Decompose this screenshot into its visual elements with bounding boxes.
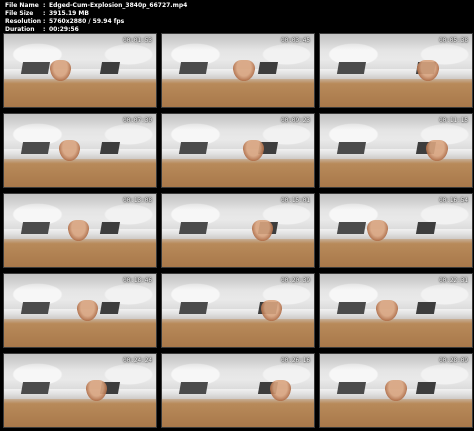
scene-decor xyxy=(416,301,437,314)
video-thumbnail: 00:09:23 xyxy=(161,113,315,188)
video-thumbnail: 00:05:38 xyxy=(319,33,473,108)
scene-decor xyxy=(179,61,209,74)
scene-decor xyxy=(100,221,121,234)
scene-decor xyxy=(100,301,121,314)
scene-decor xyxy=(21,301,51,314)
video-thumbnail: 00:22:31 xyxy=(319,273,473,348)
thumbnail-timestamp: 00:09:23 xyxy=(281,117,310,124)
scene-decor xyxy=(21,141,51,154)
video-thumbnail: 00:13:08 xyxy=(3,193,157,268)
scene-decor xyxy=(337,141,367,154)
scene-decor xyxy=(179,221,209,234)
scene-decor xyxy=(416,381,437,394)
video-thumbnail: 00:11:15 xyxy=(319,113,473,188)
video-thumbnail: 00:03:45 xyxy=(161,33,315,108)
thumbnail-timestamp: 00:16:54 xyxy=(439,197,468,204)
thumbnail-timestamp: 00:22:31 xyxy=(439,277,468,284)
thumbnail-timestamp: 00:05:38 xyxy=(439,37,468,44)
video-thumbnail: 00:24:24 xyxy=(3,353,157,428)
scene-figure xyxy=(67,220,90,241)
scene-figure xyxy=(417,60,439,81)
thumbnail-timestamp: 00:18:46 xyxy=(123,277,152,284)
scene-figure xyxy=(76,300,99,321)
scene-decor xyxy=(100,61,121,74)
scene-figure xyxy=(49,60,71,81)
video-thumbnail: 00:15:01 xyxy=(161,193,315,268)
scene-decor xyxy=(416,221,437,234)
scene-figure xyxy=(251,220,273,241)
scene-decor xyxy=(337,381,367,394)
scene-figure xyxy=(58,140,80,161)
scene-decor xyxy=(100,141,121,154)
thumbnail-timestamp: 00:24:24 xyxy=(123,357,152,364)
video-thumbnail: 00:18:46 xyxy=(3,273,157,348)
thumbnail-timestamp: 00:15:01 xyxy=(281,197,310,204)
thumbnail-timestamp: 00:20:39 xyxy=(281,277,310,284)
scene-decor xyxy=(21,381,51,394)
video-thumbnail: 00:07:30 xyxy=(3,113,157,188)
scene-figure xyxy=(367,220,389,241)
scene-decor xyxy=(21,221,51,234)
video-thumbnail: 00:26:16 xyxy=(161,353,315,428)
video-thumbnail: 00:28:09 xyxy=(319,353,473,428)
thumbnail-timestamp: 00:03:45 xyxy=(281,37,310,44)
scene-decor xyxy=(179,141,209,154)
thumbnail-grid: 00:01:53 00:03:45 00:05:38 00:07:30 00:09:23… xyxy=(0,0,474,431)
thumbnail-timestamp: 00:07:30 xyxy=(123,117,152,124)
scene-figure xyxy=(385,380,407,401)
scene-figure xyxy=(376,300,398,321)
scene-figure xyxy=(426,140,448,161)
scene-decor xyxy=(337,61,367,74)
video-thumbnail: 00:16:54 xyxy=(319,193,473,268)
scene-decor xyxy=(337,301,367,314)
scene-figure xyxy=(233,60,255,81)
video-thumbnail: 00:01:53 xyxy=(3,33,157,108)
scene-figure xyxy=(86,380,108,401)
scene-decor xyxy=(21,61,51,74)
thumbnail-timestamp: 00:28:09 xyxy=(439,357,468,364)
scene-figure xyxy=(242,140,264,161)
thumbnail-timestamp: 00:01:53 xyxy=(123,37,152,44)
scene-decor xyxy=(179,301,209,314)
thumbnail-timestamp: 00:13:08 xyxy=(123,197,152,204)
scene-figure xyxy=(269,380,292,401)
contact-sheet: File Name : Edged-Cum-Explosion_3840p_66… xyxy=(0,0,474,431)
scene-decor xyxy=(258,61,279,74)
scene-figure xyxy=(260,300,283,321)
thumbnail-timestamp: 00:26:16 xyxy=(281,357,310,364)
thumbnail-timestamp: 00:11:15 xyxy=(439,117,468,124)
scene-decor xyxy=(179,381,209,394)
scene-decor xyxy=(337,221,367,234)
video-thumbnail: 00:20:39 xyxy=(161,273,315,348)
